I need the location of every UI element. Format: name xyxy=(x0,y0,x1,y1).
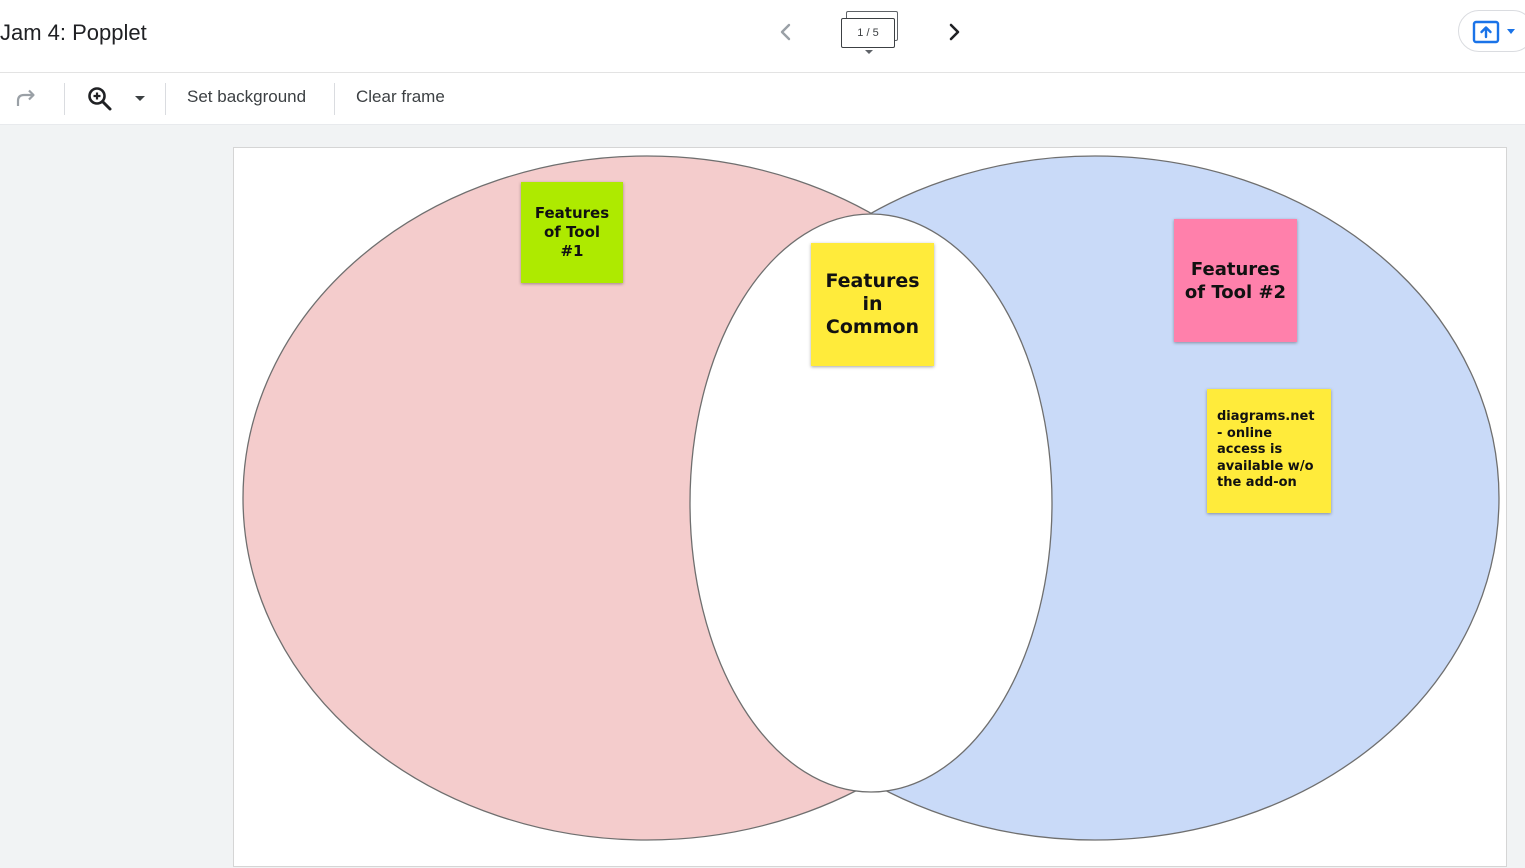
chevron-right-icon xyxy=(949,23,960,41)
toolbar-divider xyxy=(334,83,335,115)
share-button[interactable] xyxy=(1458,10,1525,52)
next-frame-button[interactable] xyxy=(940,18,968,46)
sticky-note-common[interactable]: Features in Common xyxy=(811,243,934,366)
jam-canvas[interactable]: Features of Tool #1 Features in Common F… xyxy=(233,147,1507,867)
toolbar: Set background Clear frame xyxy=(0,73,1525,125)
chevron-down-icon xyxy=(865,50,873,54)
redo-button[interactable] xyxy=(12,86,40,112)
previous-frame-button[interactable] xyxy=(772,18,800,46)
clear-frame-button[interactable]: Clear frame xyxy=(356,87,445,107)
sticky-note-tool1[interactable]: Features of Tool #1 xyxy=(521,182,623,283)
chevron-down-icon xyxy=(1507,29,1515,34)
sticky-note-text: Features of Tool #2 xyxy=(1184,258,1287,303)
chevron-left-icon xyxy=(780,23,791,41)
upload-share-icon xyxy=(1472,20,1500,44)
sticky-note-text: Features in Common xyxy=(825,270,920,338)
zoom-menu-caret-icon[interactable] xyxy=(135,96,145,101)
set-background-button[interactable]: Set background xyxy=(187,87,306,107)
toolbar-divider xyxy=(64,83,65,115)
page-title: Jam 4: Popplet xyxy=(0,20,147,45)
zoom-button[interactable] xyxy=(86,85,114,113)
sticky-note-text: diagrams.net - online access is availabl… xyxy=(1217,409,1315,490)
zoom-in-icon xyxy=(88,87,112,111)
redo-icon xyxy=(16,89,35,106)
sticky-note-tool2[interactable]: Features of Tool #2 xyxy=(1174,219,1297,342)
frame-selector-button[interactable]: 1 / 5 xyxy=(838,10,902,58)
frame-counter: 1 / 5 xyxy=(841,18,895,48)
sticky-note-text: Features of Tool #1 xyxy=(534,204,610,260)
top-bar: Jam 4: Popplet 1 / 5 xyxy=(0,0,1525,73)
sticky-note-diagrams[interactable]: diagrams.net - online access is availabl… xyxy=(1207,389,1331,513)
toolbar-divider xyxy=(165,83,166,115)
